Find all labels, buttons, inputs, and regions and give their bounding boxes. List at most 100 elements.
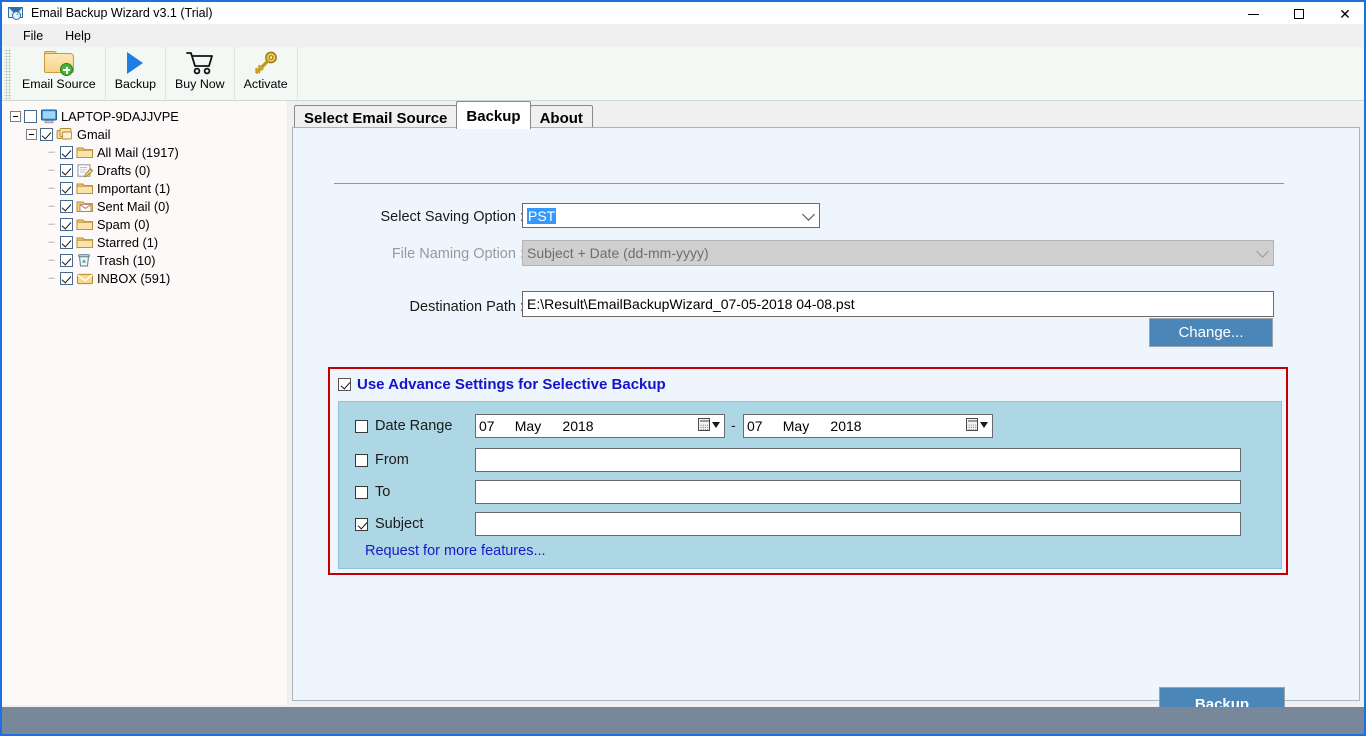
menu-item-help[interactable]: Help — [54, 27, 102, 45]
toolbar-button-buy-now[interactable]: Buy Now — [166, 47, 235, 99]
mail-download-icon — [8, 5, 24, 21]
tree-checkbox[interactable] — [60, 199, 73, 213]
calendar-dropdown[interactable] — [698, 418, 720, 431]
toolbar-button-label: Buy Now — [175, 77, 225, 91]
chevron-down-icon — [712, 421, 720, 428]
maximize-icon[interactable] — [1276, 2, 1322, 26]
tree-node-computer[interactable]: LAPTOP-9DAJJVPE — [8, 107, 287, 125]
tree-connector: ┈ — [48, 254, 55, 267]
tree-item-label: Spam (0) — [97, 216, 150, 232]
tab-strip: Select Email Source Backup About — [294, 101, 593, 129]
to-day-value: 07 — [747, 418, 763, 434]
tree-item-inbox[interactable]: ┈ INBOX (591) — [8, 269, 287, 287]
tree-item-drafts[interactable]: ┈ Drafts (0) — [8, 161, 287, 179]
tree-checkbox[interactable] — [60, 235, 73, 249]
saving-option-select[interactable]: PST — [522, 203, 820, 228]
tree-node-gmail[interactable]: Gmail — [8, 125, 287, 143]
toolbar-button-activate[interactable]: Activate — [235, 47, 298, 99]
folder-icon — [76, 181, 94, 196]
to-year-value: 2018 — [830, 418, 862, 434]
advanced-settings-fields: Date Range 07 May 2018 - 07 May 2018 Fro… — [338, 401, 1282, 569]
play-icon — [127, 50, 144, 76]
tree-item-all-mail[interactable]: ┈ All Mail (1917) — [8, 143, 287, 161]
from-row: From — [355, 448, 409, 472]
collapse-icon[interactable] — [10, 110, 21, 122]
folder-tree-sidebar[interactable]: LAPTOP-9DAJJVPE Gmail ┈ All Mail (1917) … — [2, 101, 287, 705]
tree-item-label: All Mail (1917) — [97, 144, 179, 160]
minimize-icon[interactable] — [1230, 2, 1276, 26]
tree-connector: ┈ — [48, 272, 55, 285]
tree-connector: ┈ — [48, 236, 55, 249]
chevron-down-icon — [1256, 245, 1269, 258]
tree-item-trash[interactable]: ┈ Trash (10) — [8, 251, 287, 269]
file-naming-option-value: Subject + Date (dd-mm-yyyy) — [527, 245, 709, 261]
tree-checkbox[interactable] — [60, 271, 73, 285]
to-input[interactable] — [475, 480, 1241, 504]
tab-backup[interactable]: Backup — [456, 101, 531, 129]
toolbar-button-label: Email Source — [22, 77, 96, 91]
tab-about[interactable]: About — [529, 105, 593, 129]
tree-checkbox[interactable] — [60, 253, 73, 267]
destination-path-label: Destination Path : — [409, 299, 524, 315]
from-checkbox[interactable] — [355, 453, 368, 467]
tree-item-label: INBOX (591) — [97, 270, 171, 286]
tree-checkbox[interactable] — [60, 217, 73, 231]
application-window: Email Backup Wizard v3.1 (Trial) ✕ File … — [0, 0, 1366, 736]
tree-connector: ┈ — [48, 218, 55, 231]
close-icon[interactable]: ✕ — [1322, 2, 1364, 26]
tree-item-label: Drafts (0) — [97, 162, 151, 178]
title-bar: Email Backup Wizard v3.1 (Trial) ✕ — [2, 0, 1364, 26]
date-range-to-picker[interactable]: 07 May 2018 — [743, 414, 993, 438]
window-controls: ✕ — [1230, 2, 1364, 26]
date-range-separator: - — [731, 417, 736, 433]
folder-add-icon — [43, 50, 74, 76]
folder-icon — [76, 217, 94, 232]
tab-select-email-source[interactable]: Select Email Source — [294, 105, 458, 129]
tree-item-important[interactable]: ┈ Important (1) — [8, 179, 287, 197]
date-range-from-picker[interactable]: 07 May 2018 — [475, 414, 725, 438]
accounts-icon — [56, 127, 74, 142]
tree-item-sent-mail[interactable]: ┈ Sent Mail (0) — [8, 197, 287, 215]
tree-item-label: Important (1) — [97, 180, 171, 196]
subject-label: Subject — [375, 516, 424, 532]
to-checkbox[interactable] — [355, 485, 368, 499]
tree-node-label: Gmail — [77, 126, 111, 142]
tree-item-label: Starred (1) — [97, 234, 159, 250]
from-label: From — [375, 452, 409, 468]
advanced-settings-header[interactable]: Use Advance Settings for Selective Backu… — [338, 376, 666, 393]
tree-checkbox[interactable] — [40, 127, 53, 141]
window-title: Email Backup Wizard v3.1 (Trial) — [31, 6, 213, 20]
trash-icon — [76, 253, 94, 268]
drafts-icon — [76, 163, 94, 178]
advanced-settings-checkbox[interactable] — [338, 378, 351, 391]
tree-checkbox[interactable] — [60, 181, 73, 195]
from-input[interactable] — [475, 448, 1241, 472]
toolbar-button-label: Backup — [114, 77, 157, 91]
key-icon — [253, 50, 279, 76]
to-month-value: May — [782, 418, 810, 434]
destination-path-input[interactable]: E:\Result\EmailBackupWizard_07-05-2018 0… — [522, 291, 1274, 317]
collapse-icon[interactable] — [26, 128, 37, 140]
date-range-checkbox[interactable] — [355, 419, 368, 433]
change-button[interactable]: Change... — [1149, 318, 1273, 347]
from-year-value: 2018 — [562, 418, 594, 434]
tree-item-starred[interactable]: ┈ Starred (1) — [8, 233, 287, 251]
toolbar-grip[interactable] — [4, 49, 11, 99]
toolbar-button-backup[interactable]: Backup — [106, 47, 167, 99]
toolbar-button-email-source[interactable]: Email Source — [13, 47, 106, 99]
tree-checkbox[interactable] — [60, 163, 73, 177]
from-day-value: 07 — [479, 418, 495, 434]
to-label: To — [375, 484, 391, 500]
destination-path-value: E:\Result\EmailBackupWizard_07-05-2018 0… — [527, 296, 855, 312]
chevron-down-icon — [980, 421, 988, 428]
tree-checkbox[interactable] — [60, 145, 73, 159]
calendar-dropdown[interactable] — [966, 418, 988, 431]
tree-connector: ┈ — [48, 200, 55, 213]
saving-option-value: PST — [527, 207, 557, 224]
menu-item-file[interactable]: File — [12, 27, 54, 45]
tree-checkbox[interactable] — [24, 109, 37, 123]
request-features-link[interactable]: Request for more features... — [365, 543, 546, 559]
tree-item-spam[interactable]: ┈ Spam (0) — [8, 215, 287, 233]
subject-input[interactable] — [475, 512, 1241, 536]
subject-checkbox[interactable] — [355, 517, 368, 531]
